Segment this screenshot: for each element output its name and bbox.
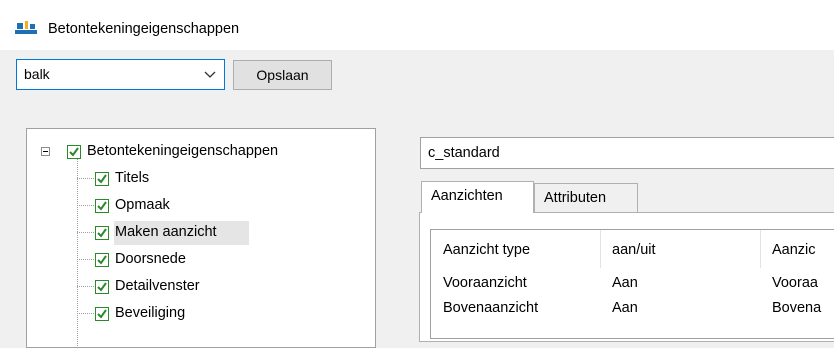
tree-item-root[interactable]: Betontekeningeigenschappen bbox=[27, 141, 367, 165]
checkbox-checked-icon[interactable] bbox=[95, 226, 109, 240]
chevron-down-icon[interactable] bbox=[204, 71, 216, 79]
column-header[interactable]: aan/uit bbox=[612, 242, 656, 258]
table-cell: Vooraanzicht bbox=[443, 275, 527, 291]
name-input[interactable]: c_standard bbox=[420, 137, 834, 169]
tab-aanzichten[interactable]: Aanzichten bbox=[421, 181, 534, 213]
column-header[interactable]: Aanzic bbox=[772, 242, 816, 258]
tree-item-titels[interactable]: Titels bbox=[27, 168, 367, 192]
tab-label: Attributen bbox=[544, 190, 607, 206]
tree-item-opmaak[interactable]: Opmaak bbox=[27, 195, 367, 219]
tab-label: Aanzichten bbox=[431, 188, 503, 204]
checkbox-checked-icon[interactable] bbox=[95, 307, 109, 321]
checkbox-checked-icon[interactable] bbox=[95, 253, 109, 267]
column-header[interactable]: Aanzicht type bbox=[443, 242, 530, 258]
tree-item-label: Detailvenster bbox=[115, 278, 200, 294]
tree-item-doorsnede[interactable]: Doorsnede bbox=[27, 249, 367, 273]
table-cell: Aan bbox=[612, 300, 638, 316]
tree-item-detailvenster[interactable]: Detailvenster bbox=[27, 276, 367, 300]
checkbox-checked-icon[interactable] bbox=[95, 172, 109, 186]
tree-item-label: Betontekeningeigenschappen bbox=[87, 143, 279, 159]
checkbox-checked-icon[interactable] bbox=[67, 145, 81, 159]
app-icon bbox=[15, 21, 37, 34]
table-cell: Aan bbox=[612, 275, 638, 291]
views-table[interactable]: Aanzicht type aan/uit Aanzic Vooraanzich… bbox=[430, 229, 834, 339]
tree-item-maken-aanzicht[interactable]: Maken aanzicht bbox=[27, 222, 367, 246]
preset-dropdown[interactable]: balk bbox=[16, 59, 225, 90]
tree-item-label: Maken aanzicht bbox=[115, 224, 217, 240]
column-separator bbox=[760, 230, 761, 268]
properties-tree[interactable]: Betontekeningeigenschappen Titels Opmaak… bbox=[26, 128, 376, 348]
save-button[interactable]: Opslaan bbox=[233, 60, 332, 90]
tree-item-label: Titels bbox=[115, 170, 150, 186]
column-separator bbox=[600, 230, 601, 268]
window-title: Betontekeningeigenschappen bbox=[48, 21, 240, 37]
tree-item-label: Doorsnede bbox=[115, 251, 186, 267]
tree-item-label: Opmaak bbox=[115, 197, 170, 213]
tree-item-beveiliging[interactable]: Beveiliging bbox=[27, 303, 367, 327]
checkbox-checked-icon[interactable] bbox=[95, 280, 109, 294]
tab-attributen[interactable]: Attributen bbox=[534, 183, 638, 212]
table-cell: Vooraa bbox=[772, 275, 818, 291]
table-cell: Bovenaanzicht bbox=[443, 300, 539, 316]
name-input-value: c_standard bbox=[428, 145, 500, 161]
tree-item-label: Beveiliging bbox=[115, 305, 186, 321]
preset-dropdown-value: balk bbox=[24, 66, 50, 82]
title-bar: Betontekeningeigenschappen bbox=[0, 0, 834, 50]
checkbox-checked-icon[interactable] bbox=[95, 199, 109, 213]
table-cell: Bovena bbox=[772, 300, 822, 316]
